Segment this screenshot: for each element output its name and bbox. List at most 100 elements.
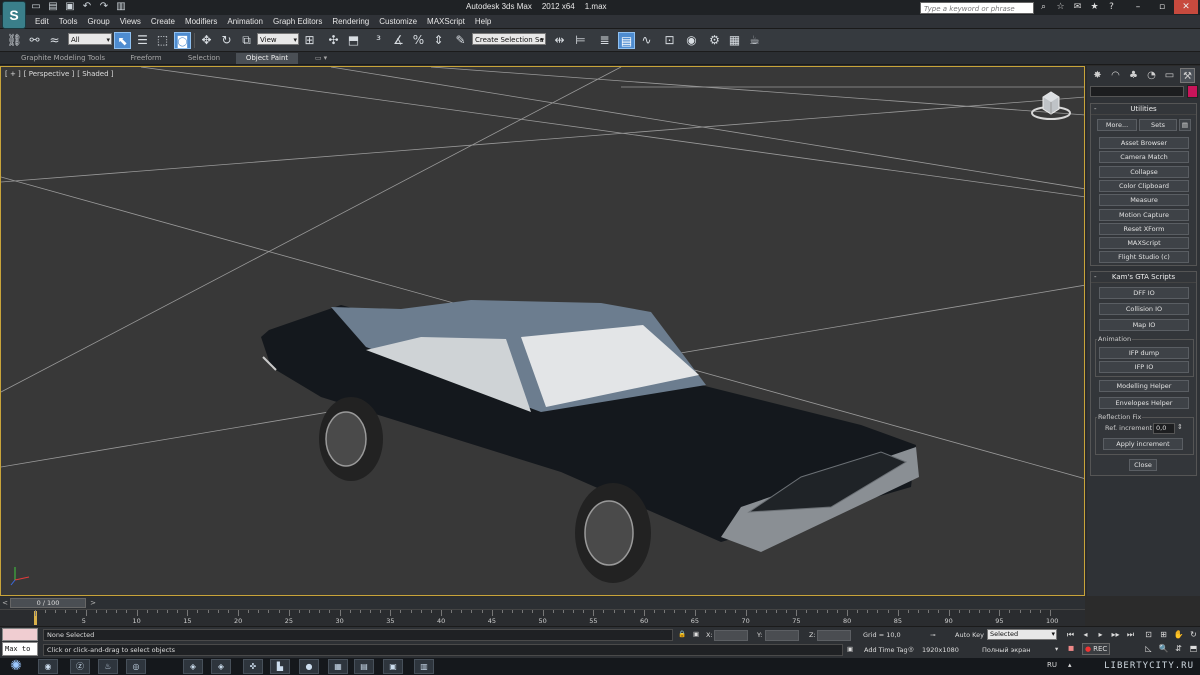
collision-io-button[interactable]: Collision IO: [1099, 303, 1189, 315]
bind-space-warp-icon[interactable]: ≈: [46, 32, 63, 49]
schematic-view-icon[interactable]: ⊡: [661, 32, 678, 49]
time-tag-icon[interactable]: ▣: [847, 645, 853, 653]
x-coordinate-field[interactable]: [714, 630, 748, 641]
apply-increment-button[interactable]: Apply increment: [1103, 438, 1183, 450]
absolute-mode-icon[interactable]: ▣: [693, 630, 699, 638]
scale-icon[interactable]: ⧉: [238, 32, 255, 49]
search-icon[interactable]: ⌕: [1038, 1, 1049, 13]
utility-button-measure[interactable]: Measure: [1099, 194, 1189, 207]
favorites-icon[interactable]: ★: [1089, 1, 1100, 13]
modelling-helper-button[interactable]: Modelling Helper: [1099, 380, 1189, 392]
fullscreen-option[interactable]: Полный экран: [982, 646, 1031, 654]
move-icon[interactable]: ✥: [198, 32, 215, 49]
zoom-icon[interactable]: 🔍: [1158, 643, 1169, 654]
new-file-icon[interactable]: ▭: [30, 1, 42, 13]
menu-item-help[interactable]: Help: [470, 16, 496, 28]
app-logo-icon[interactable]: S: [2, 1, 26, 29]
edit-named-selection-icon[interactable]: ✎: [452, 32, 469, 49]
auto-key-button[interactable]: Auto Key: [955, 631, 984, 639]
spinner-arrows-icon[interactable]: ⇕: [1177, 423, 1183, 431]
save-file-icon[interactable]: ▣: [64, 1, 76, 13]
utility-button-reset-xform[interactable]: Reset XForm: [1099, 222, 1189, 235]
maxscript-listener-output[interactable]: [2, 628, 38, 641]
select-manipulate-icon[interactable]: ✣: [325, 32, 342, 49]
time-slider[interactable]: < 0 / 100 >: [0, 597, 1085, 609]
menu-item-create[interactable]: Create: [146, 16, 180, 28]
app-taskbar-icon-4[interactable]: ▙: [270, 659, 290, 674]
menu-item-rendering[interactable]: Rendering: [327, 16, 374, 28]
app-taskbar-icon-6[interactable]: ▣: [383, 659, 403, 674]
undo-icon[interactable]: ↶: [81, 1, 93, 13]
graphite-toggle-icon[interactable]: ▤: [618, 32, 635, 49]
app-taskbar-icon-5[interactable]: ▦: [328, 659, 348, 674]
browser-taskbar-icon[interactable]: ◎: [126, 659, 146, 674]
app-taskbar-icon-3[interactable]: ✜: [243, 659, 263, 674]
steam-taskbar-icon[interactable]: ♨: [98, 659, 118, 674]
map-io-button[interactable]: Map IO: [1099, 319, 1189, 331]
object-name-field[interactable]: [1090, 86, 1184, 97]
open-file-icon[interactable]: ▤: [47, 1, 59, 13]
render-production-icon[interactable]: ☕: [746, 32, 763, 49]
ifp-io-button[interactable]: IFP IO: [1099, 361, 1189, 373]
menu-item-group[interactable]: Group: [82, 16, 114, 28]
previous-frame-icon[interactable]: ◂: [1080, 629, 1091, 640]
pivot-center-icon[interactable]: ⊞: [301, 32, 318, 49]
recorder-taskbar-icon[interactable]: ●: [299, 659, 319, 674]
select-by-name-icon[interactable]: ☰: [134, 32, 151, 49]
project-folder-icon[interactable]: ▥: [115, 1, 127, 13]
utility-button-camera-match[interactable]: Camera Match: [1099, 151, 1189, 164]
subscription-icon[interactable]: ☆: [1055, 1, 1066, 13]
tab-object-paint[interactable]: Object Paint: [236, 53, 298, 64]
select-object-icon[interactable]: ⬉: [114, 32, 131, 49]
spinner-snap-icon[interactable]: ⇕: [430, 32, 447, 49]
go-to-start-icon[interactable]: ⏮: [1065, 629, 1076, 640]
start-menu-icon[interactable]: ✺: [4, 658, 28, 675]
utility-button-flight-studio-c[interactable]: Flight Studio (c): [1099, 251, 1189, 264]
y-coordinate-field[interactable]: [765, 630, 799, 641]
zoom-extents-icon[interactable]: ⊡: [1143, 629, 1154, 640]
infocenter-search-input[interactable]: Type a keyword or phrase: [920, 2, 1034, 14]
ribbon-options-icon[interactable]: ▭ ▾: [310, 53, 332, 64]
menu-item-graph-editors[interactable]: Graph Editors: [268, 16, 327, 28]
key-filter-dropdown[interactable]: Selected: [987, 629, 1057, 640]
time-slider-prev-icon[interactable]: <: [0, 598, 10, 608]
render-setup-icon[interactable]: ⚙: [706, 32, 723, 49]
play-icon[interactable]: ▸: [1095, 629, 1106, 640]
ifp-dump-button[interactable]: IFP dump: [1099, 347, 1189, 359]
unlink-icon[interactable]: ⚯: [26, 32, 43, 49]
named-selection-sets-dropdown[interactable]: Create Selection Se: [472, 33, 546, 46]
hierarchy-tab-icon[interactable]: ♣: [1126, 68, 1141, 83]
walk-through-icon[interactable]: ⇵: [1173, 643, 1184, 654]
dropdown-arrow-icon[interactable]: ▾: [1055, 645, 1058, 653]
help-icon[interactable]: ?: [1106, 1, 1117, 13]
menu-item-animation[interactable]: Animation: [222, 16, 268, 28]
next-frame-icon[interactable]: ▸▸: [1110, 629, 1121, 640]
rec-button[interactable]: ● REC: [1082, 643, 1110, 655]
car-model[interactable]: [261, 300, 919, 583]
utility-button-asset-browser[interactable]: Asset Browser: [1099, 137, 1189, 149]
z-coordinate-field[interactable]: [817, 630, 851, 641]
envelopes-helper-button[interactable]: Envelopes Helper: [1099, 397, 1189, 409]
utilities-tab-icon[interactable]: ⚒: [1180, 68, 1195, 83]
percent-snap-icon[interactable]: %: [410, 32, 427, 49]
angle-snap-icon[interactable]: ∡: [390, 32, 407, 49]
redo-icon[interactable]: ↷: [98, 1, 110, 13]
utility-button-motion-capture[interactable]: Motion Capture: [1099, 208, 1189, 221]
field-of-view-icon[interactable]: ◺: [1143, 643, 1154, 654]
folder-taskbar-icon[interactable]: ▤: [354, 659, 374, 674]
lock-selection-icon[interactable]: 🔒: [678, 630, 686, 638]
capture-icon[interactable]: ◎: [908, 645, 914, 653]
close-button[interactable]: Close: [1129, 459, 1157, 471]
rotate-icon[interactable]: ↻: [218, 32, 235, 49]
tab-freeform[interactable]: Freeform: [120, 53, 172, 64]
utilities-rollout-title[interactable]: Utilities: [1091, 104, 1196, 115]
utility-button-maxscript[interactable]: MAXScript: [1099, 237, 1189, 250]
menu-item-customize[interactable]: Customize: [374, 16, 422, 28]
chrome-taskbar-icon[interactable]: ◉: [38, 659, 58, 674]
select-and-link-icon[interactable]: ⛓: [6, 32, 23, 49]
selection-filter-dropdown[interactable]: All: [68, 33, 112, 46]
viewport-shading-label[interactable]: [ Shaded ]: [77, 70, 113, 78]
more-button[interactable]: More...: [1097, 119, 1137, 131]
viewcube-icon[interactable]: [1031, 89, 1071, 121]
app-taskbar-icon-2[interactable]: ◈: [211, 659, 231, 674]
